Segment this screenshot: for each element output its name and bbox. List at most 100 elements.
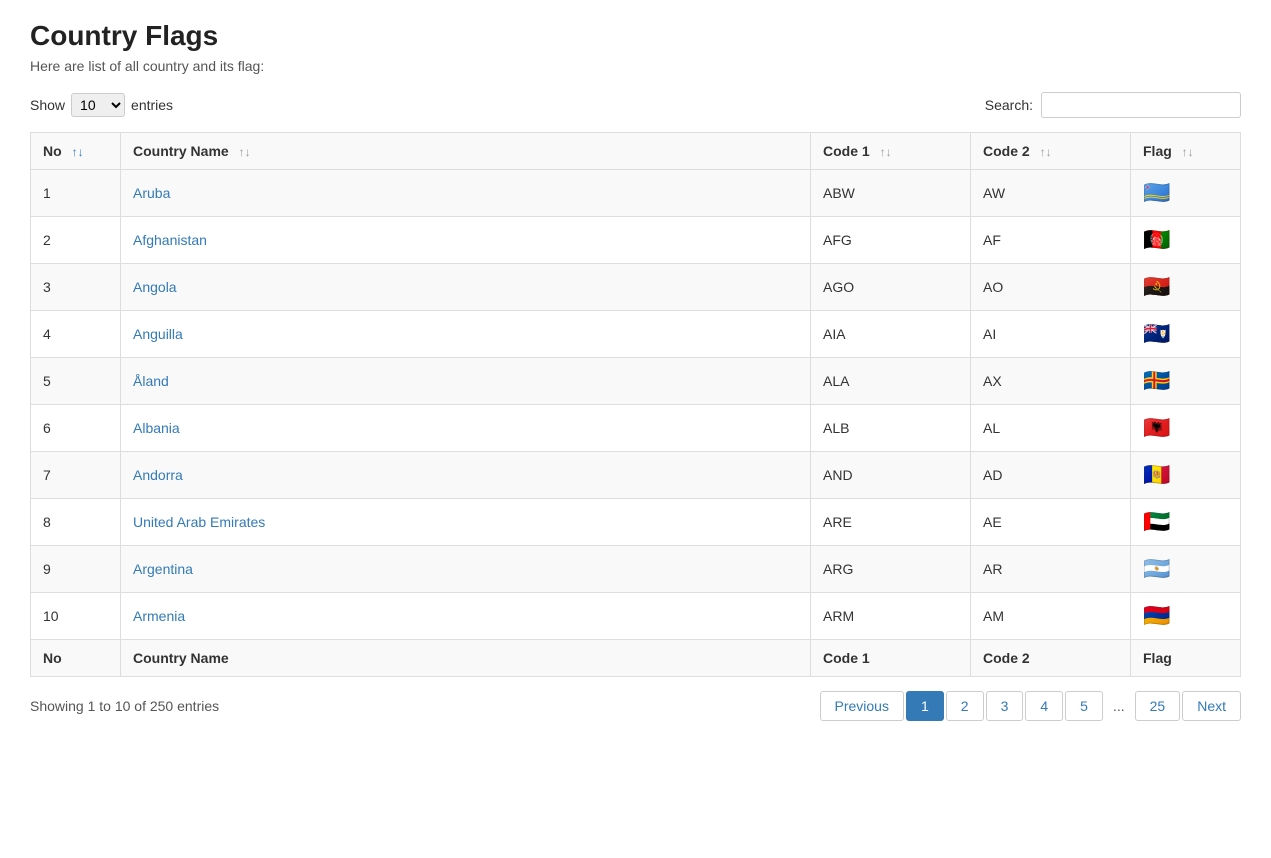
show-label: Show xyxy=(30,97,65,113)
sort-code2-icon: ↑↓ xyxy=(1040,145,1052,159)
table-body: 1ArubaABWAW🇦🇼2AfghanistanAFGAF🇦🇫3AngolaA… xyxy=(31,170,1241,640)
pagination-ellipsis: ... xyxy=(1105,692,1133,720)
col-code1[interactable]: Code 1 ↑↓ xyxy=(811,133,971,170)
search-label: Search: xyxy=(985,97,1033,113)
bottom-controls: Showing 1 to 10 of 250 entries Previous1… xyxy=(30,691,1241,721)
cell-code2: AE xyxy=(971,499,1131,546)
cell-country-name[interactable]: Armenia xyxy=(121,593,811,640)
footer-no: No xyxy=(31,640,121,677)
cell-code1: AFG xyxy=(811,217,971,264)
col-code1-label: Code 1 xyxy=(823,143,870,159)
page-subtitle: Here are list of all country and its fla… xyxy=(30,58,1241,74)
cell-code2: AM xyxy=(971,593,1131,640)
cell-country-name[interactable]: Åland xyxy=(121,358,811,405)
table-row: 3AngolaAGOAO🇦🇴 xyxy=(31,264,1241,311)
page-title: Country Flags xyxy=(30,20,1241,52)
cell-no: 6 xyxy=(31,405,121,452)
pagination-page-4[interactable]: 4 xyxy=(1025,691,1063,721)
pagination-page-1[interactable]: 1 xyxy=(906,691,944,721)
footer-code1: Code 1 xyxy=(811,640,971,677)
cell-no: 8 xyxy=(31,499,121,546)
cell-no: 10 xyxy=(31,593,121,640)
cell-no: 3 xyxy=(31,264,121,311)
cell-code2: AW xyxy=(971,170,1131,217)
footer-row: No Country Name Code 1 Code 2 Flag xyxy=(31,640,1241,677)
search-input[interactable] xyxy=(1041,92,1241,118)
table-row: 10ArmeniaARMAM🇦🇲 xyxy=(31,593,1241,640)
cell-flag: 🇦🇼 xyxy=(1131,170,1241,217)
pagination-page-3[interactable]: 3 xyxy=(986,691,1024,721)
entries-select[interactable]: 102550100 xyxy=(71,93,125,117)
cell-code2: AD xyxy=(971,452,1131,499)
cell-no: 2 xyxy=(31,217,121,264)
cell-flag: 🇦🇩 xyxy=(1131,452,1241,499)
cell-no: 7 xyxy=(31,452,121,499)
cell-code2: AR xyxy=(971,546,1131,593)
cell-flag: 🇦🇲 xyxy=(1131,593,1241,640)
table-row: 6AlbaniaALBAL🇦🇱 xyxy=(31,405,1241,452)
col-no[interactable]: No ↑↓ xyxy=(31,133,121,170)
sort-code1-icon: ↑↓ xyxy=(880,145,892,159)
table-header: No ↑↓ Country Name ↑↓ Code 1 ↑↓ Code 2 ↑… xyxy=(31,133,1241,170)
pagination-previous[interactable]: Previous xyxy=(820,691,904,721)
cell-country-name[interactable]: Argentina xyxy=(121,546,811,593)
cell-code2: AL xyxy=(971,405,1131,452)
col-country-name-label: Country Name xyxy=(133,143,229,159)
table-row: 1ArubaABWAW🇦🇼 xyxy=(31,170,1241,217)
cell-code1: AND xyxy=(811,452,971,499)
cell-country-name[interactable]: Anguilla xyxy=(121,311,811,358)
pagination-page-5[interactable]: 5 xyxy=(1065,691,1103,721)
cell-country-name[interactable]: Angola xyxy=(121,264,811,311)
cell-code1: ARG xyxy=(811,546,971,593)
header-row: No ↑↓ Country Name ↑↓ Code 1 ↑↓ Code 2 ↑… xyxy=(31,133,1241,170)
footer-country-name: Country Name xyxy=(121,640,811,677)
cell-no: 1 xyxy=(31,170,121,217)
cell-country-name[interactable]: Aruba xyxy=(121,170,811,217)
cell-country-name[interactable]: Andorra xyxy=(121,452,811,499)
sort-country-icon: ↑↓ xyxy=(239,145,251,159)
pagination-page-25[interactable]: 25 xyxy=(1135,691,1181,721)
cell-flag: 🇦🇱 xyxy=(1131,405,1241,452)
cell-code1: AIA xyxy=(811,311,971,358)
entries-label: entries xyxy=(131,97,173,113)
col-code2[interactable]: Code 2 ↑↓ xyxy=(971,133,1131,170)
cell-code1: AGO xyxy=(811,264,971,311)
table-row: 7AndorraANDAD🇦🇩 xyxy=(31,452,1241,499)
cell-code2: AX xyxy=(971,358,1131,405)
table-footer: No Country Name Code 1 Code 2 Flag xyxy=(31,640,1241,677)
cell-flag: 🇦🇷 xyxy=(1131,546,1241,593)
cell-flag: 🇦🇮 xyxy=(1131,311,1241,358)
cell-flag: 🇦🇫 xyxy=(1131,217,1241,264)
cell-code1: ARM xyxy=(811,593,971,640)
cell-code1: ABW xyxy=(811,170,971,217)
sort-flag-icon: ↑↓ xyxy=(1182,145,1194,159)
col-code2-label: Code 2 xyxy=(983,143,1030,159)
sort-no-icon: ↑↓ xyxy=(72,145,84,159)
cell-code2: AI xyxy=(971,311,1131,358)
cell-code1: ALA xyxy=(811,358,971,405)
pagination-info: Showing 1 to 10 of 250 entries xyxy=(30,698,219,714)
cell-code2: AF xyxy=(971,217,1131,264)
col-flag[interactable]: Flag ↑↓ xyxy=(1131,133,1241,170)
col-flag-label: Flag xyxy=(1143,143,1172,159)
cell-flag: 🇦🇪 xyxy=(1131,499,1241,546)
col-no-label: No xyxy=(43,143,62,159)
cell-country-name[interactable]: United Arab Emirates xyxy=(121,499,811,546)
pagination-page-2[interactable]: 2 xyxy=(946,691,984,721)
table-row: 9ArgentinaARGAR🇦🇷 xyxy=(31,546,1241,593)
cell-country-name[interactable]: Afghanistan xyxy=(121,217,811,264)
cell-no: 9 xyxy=(31,546,121,593)
cell-no: 4 xyxy=(31,311,121,358)
cell-country-name[interactable]: Albania xyxy=(121,405,811,452)
footer-flag: Flag xyxy=(1131,640,1241,677)
footer-code2: Code 2 xyxy=(971,640,1131,677)
search-control: Search: xyxy=(985,92,1241,118)
pagination-next[interactable]: Next xyxy=(1182,691,1241,721)
cell-code2: AO xyxy=(971,264,1131,311)
cell-flag: 🇦🇴 xyxy=(1131,264,1241,311)
table-row: 8United Arab EmiratesAREAE🇦🇪 xyxy=(31,499,1241,546)
country-table: No ↑↓ Country Name ↑↓ Code 1 ↑↓ Code 2 ↑… xyxy=(30,132,1241,677)
cell-no: 5 xyxy=(31,358,121,405)
top-controls: Show 102550100 entries Search: xyxy=(30,92,1241,118)
col-country-name[interactable]: Country Name ↑↓ xyxy=(121,133,811,170)
